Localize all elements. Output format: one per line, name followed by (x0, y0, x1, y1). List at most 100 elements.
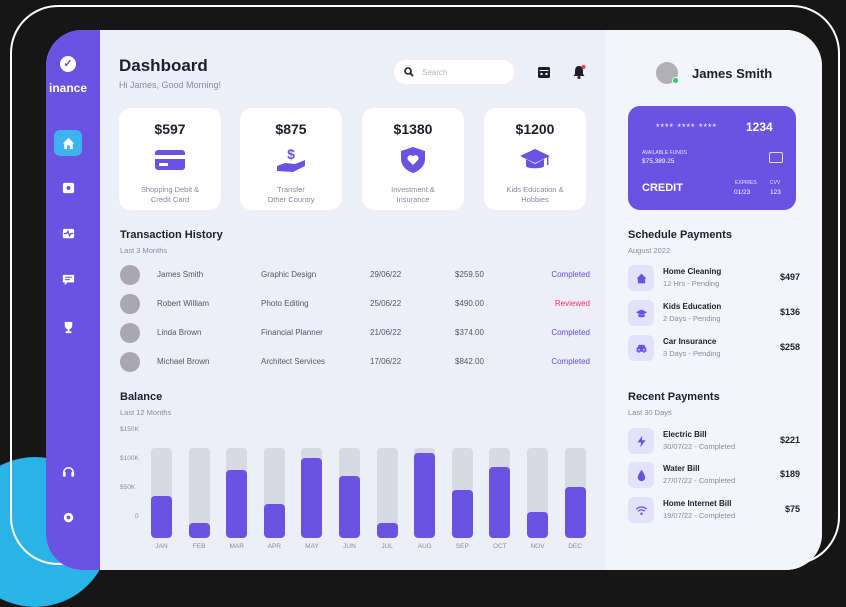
avatar (120, 294, 140, 314)
list-item[interactable]: Water Bill 27/07/22 - Completed $189 (628, 462, 800, 490)
balance-bar-track (339, 448, 360, 538)
payment-status: 27/07/22 - Completed (663, 476, 735, 485)
card-type: CREDIT (642, 182, 683, 194)
nav-activity-icon[interactable] (54, 220, 82, 246)
avatar (120, 352, 140, 372)
tx-name: Robert William (157, 299, 209, 308)
schedule-subtitle: August 2022 (628, 246, 670, 255)
card-number-masked: **** **** **** (656, 122, 717, 132)
transactions-title: Transaction History (120, 229, 223, 241)
table-row[interactable]: James Smith Graphic Design 29/06/22 $259… (120, 264, 590, 286)
search-box[interactable] (394, 60, 514, 84)
stat-label-2: Hobbies (521, 195, 549, 204)
nav-trophy-icon[interactable] (54, 314, 82, 340)
payment-status: 19/07/22 - Completed (663, 511, 735, 520)
transactions-subtitle: Last 3 Months (120, 246, 167, 255)
balance-bar[interactable] (151, 496, 172, 538)
balance-bar[interactable] (489, 467, 510, 538)
list-item[interactable]: Car Insurance 3 Days - Pending $258 (628, 335, 800, 363)
balance-bar[interactable] (226, 470, 247, 538)
balance-bar-track (452, 448, 473, 538)
balance-bar-track (414, 448, 435, 538)
balance-bar-track (151, 448, 172, 538)
y-tick-label: $150K (120, 426, 139, 433)
stat-card-education[interactable]: $1200 Kids Education &Hobbies (484, 108, 586, 210)
payment-name: Home Cleaning (663, 267, 721, 276)
balance-bar-track (489, 448, 510, 538)
payment-status: 2 Days - Pending (663, 314, 721, 323)
stat-card-shopping[interactable]: $597 Shopping Debit &Credit Card (119, 108, 221, 210)
cvv-label: CVV (770, 180, 780, 186)
credit-card-icon (154, 146, 186, 174)
payment-name: Water Bill (663, 464, 700, 473)
stat-card-investment[interactable]: $1380 Investment &Insurance (362, 108, 464, 210)
shield-heart-icon (397, 146, 429, 174)
stat-label-2: Credit Card (151, 195, 189, 204)
nav-messages-icon[interactable] (54, 266, 82, 292)
tx-date: 29/06/22 (370, 270, 401, 279)
status-badge: Completed (551, 328, 590, 337)
tx-name: James Smith (157, 270, 203, 279)
table-row[interactable]: Robert William Photo Editing 25/06/22 $4… (120, 293, 590, 315)
y-tick-label: $50K (120, 484, 135, 491)
list-item[interactable]: Electric Bill 30/07/22 - Completed $221 (628, 428, 800, 456)
funds-label: AVAILABLE FUNDS (642, 150, 687, 156)
nav-settings-icon[interactable] (54, 504, 82, 530)
balance-bar-track (527, 448, 548, 538)
status-badge: Reviewed (555, 299, 590, 308)
payment-amount: $75 (785, 504, 800, 514)
balance-bar[interactable] (377, 523, 398, 538)
balance-title: Balance (120, 391, 162, 403)
stat-label-1: Transfer (277, 185, 305, 194)
greeting: Hi James, Good Morning! (119, 80, 221, 90)
balance-bar[interactable] (301, 458, 322, 538)
balance-bar-track (226, 448, 247, 538)
status-badge: Completed (551, 270, 590, 279)
balance-bar-track (189, 448, 210, 538)
balance-bar[interactable] (264, 504, 285, 538)
graduation-cap-icon (628, 300, 654, 326)
balance-bar[interactable] (414, 453, 435, 538)
graduation-cap-icon (519, 146, 551, 174)
payment-amount: $258 (780, 342, 800, 352)
balance-bar[interactable] (339, 476, 360, 538)
sidebar: ✓ inance (46, 30, 100, 570)
y-tick-label: $100K (120, 455, 139, 462)
nav-support-icon[interactable] (54, 458, 82, 484)
payment-amount: $189 (780, 469, 800, 479)
list-item[interactable]: Kids Education 2 Days - Pending $136 (628, 300, 800, 328)
table-row[interactable]: Michael Brown Architect Services 17/06/2… (120, 351, 590, 373)
tx-category: Photo Editing (261, 299, 309, 308)
balance-bar[interactable] (452, 490, 473, 538)
stat-amount: $1380 (362, 121, 464, 137)
tx-date: 25/06/22 (370, 299, 401, 308)
list-item[interactable]: Home Cleaning 12 Hrs - Pending $497 (628, 265, 800, 293)
stat-amount: $597 (119, 121, 221, 137)
search-input[interactable] (422, 68, 502, 77)
table-row[interactable]: Linda Brown Financial Planner 21/06/22 $… (120, 322, 590, 344)
y-tick-label: 0 (135, 513, 139, 520)
payment-amount: $497 (780, 272, 800, 282)
expires-label: EXPIRES (735, 180, 757, 186)
calendar-icon[interactable] (536, 64, 552, 80)
logo-icon: ✓ (60, 56, 76, 72)
main-content: Dashboard Hi James, Good Morning! $597 S… (100, 30, 606, 570)
payment-name: Electric Bill (663, 430, 707, 439)
balance-bar[interactable] (189, 523, 210, 538)
balance-bar[interactable] (565, 487, 586, 538)
balance-bar[interactable] (527, 512, 548, 538)
stat-card-transfer[interactable]: $875 $ TransferOther Country (240, 108, 342, 210)
recent-subtitle: Last 30 Days (628, 408, 672, 417)
payment-amount: $136 (780, 307, 800, 317)
car-icon (628, 335, 654, 361)
money-hand-icon: $ (275, 146, 307, 174)
stat-label-2: Insurance (397, 195, 430, 204)
credit-card[interactable]: **** **** **** 1234 AVAILABLE FUNDS $75,… (628, 106, 796, 210)
tx-category: Financial Planner (261, 328, 323, 337)
bell-icon[interactable] (571, 64, 587, 80)
payment-name: Home Internet Bill (663, 499, 731, 508)
list-item[interactable]: Home Internet Bill 19/07/22 - Completed … (628, 497, 800, 525)
nav-wallet-icon[interactable] (54, 174, 82, 200)
nav-home-icon[interactable] (54, 130, 82, 156)
search-icon (404, 67, 414, 77)
